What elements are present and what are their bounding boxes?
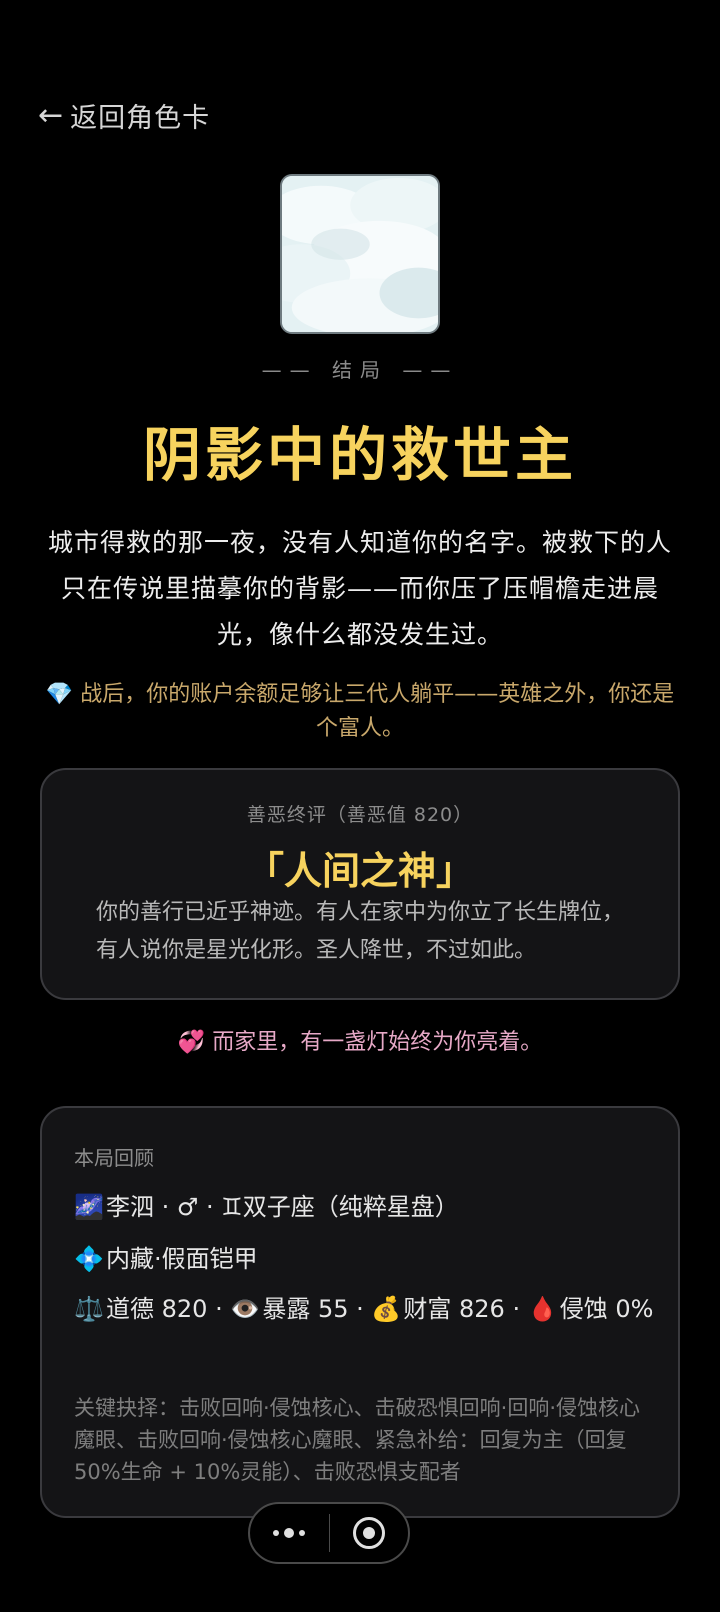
family-text: 而家里，有一盏灯始终为你亮着。 <box>212 1030 543 1055</box>
key-choices: 关键抉择：击败回响·侵蚀核心、击破恐惧回响·回响·侵蚀核心魔眼、击败回响·侵蚀核… <box>74 1396 641 1484</box>
eye-icon: 👁️ <box>230 1295 261 1323</box>
diamond-icon: 💠 <box>74 1245 104 1273</box>
hearts-icon: 💞 <box>177 1030 206 1055</box>
ending-subtag: —— 结局 —— <box>261 358 459 382</box>
judgement-card: 善恶终评（善恶值 820） 「人间之神」 你的善行已近乎神迹。有人在家中为你立了… <box>40 768 680 1000</box>
ending-page: ← 返回角色卡 —— 结局 —— 阴影中的救世主 城市得救的那一夜，没有人知道你… <box>0 0 720 1612</box>
cloud-icon <box>282 176 438 332</box>
ending-title: 阴影中的救世主 <box>142 421 577 489</box>
stat-corruption: 侵蚀 0% <box>559 1295 654 1323</box>
wealth-note: 💎 战后，你的账户余额足够让三代人躺平——英雄之外，你还是个富人。 <box>40 678 680 746</box>
trait-text: 内藏·假面铠甲 <box>106 1245 258 1273</box>
identity-text: 李泗 · ♂ · ♊双子座（纯粹星盘） <box>106 1193 459 1221</box>
judgement-header: 善恶终评（善恶值 820） <box>246 804 474 826</box>
blood-drop-icon: 🩸 <box>527 1295 558 1323</box>
target-circle-icon <box>352 1517 385 1549</box>
more-button[interactable] <box>250 1504 329 1562</box>
back-label: 返回角色卡 <box>70 103 211 134</box>
recap-stats: ⚖️道德 820 · 👁️暴露 55 · 💰财富 826 · 🩸侵蚀 0% <box>74 1290 654 1328</box>
stat-exposure: 暴露 55 <box>262 1295 349 1323</box>
judgement-text: 你的善行已近乎神迹。有人在家中为你立了长生牌位，有人说你是星光化形。圣人降世，不… <box>96 900 625 963</box>
galaxy-icon: 🌌 <box>74 1193 104 1221</box>
ending-narrative: 城市得救的那一夜，没有人知道你的名字。被救下的人只在传说里描摹你的背影——而你压… <box>47 528 672 649</box>
stat-wealth: 财富 826 <box>403 1295 505 1323</box>
stat-separator: · <box>504 1295 528 1323</box>
back-button[interactable]: ← 返回角色卡 <box>38 96 210 135</box>
stat-separator: · <box>207 1295 231 1323</box>
scales-icon: ⚖️ <box>74 1295 104 1323</box>
stat-morality: 道德 820 <box>106 1295 208 1323</box>
mini-program-capsule <box>248 1502 410 1564</box>
judgement-title: 「人间之神」 <box>245 849 474 893</box>
recap-header: 本局回顾 <box>74 1146 154 1170</box>
more-dots-icon <box>273 1528 306 1538</box>
ending-cover-image <box>280 174 440 334</box>
recap-trait: 💠内藏·假面铠甲 <box>74 1240 654 1278</box>
gem-icon: 💎 <box>45 682 74 707</box>
recap-identity: 🌌李泗 · ♂ · ♊双子座（纯粹星盘） <box>74 1188 654 1226</box>
wealth-text: 战后，你的账户余额足够让三代人躺平——英雄之外，你还是个富人。 <box>80 682 675 741</box>
close-button[interactable] <box>330 1504 409 1562</box>
back-arrow-icon: ← <box>38 97 65 133</box>
money-bag-icon: 💰 <box>371 1295 402 1323</box>
stat-separator: · <box>348 1295 372 1323</box>
family-note: 💞 而家里，有一盏灯始终为你亮着。 <box>0 1024 720 1056</box>
recap-card: 本局回顾 🌌李泗 · ♂ · ♊双子座（纯粹星盘） 💠内藏·假面铠甲 ⚖️道德 … <box>40 1106 680 1518</box>
